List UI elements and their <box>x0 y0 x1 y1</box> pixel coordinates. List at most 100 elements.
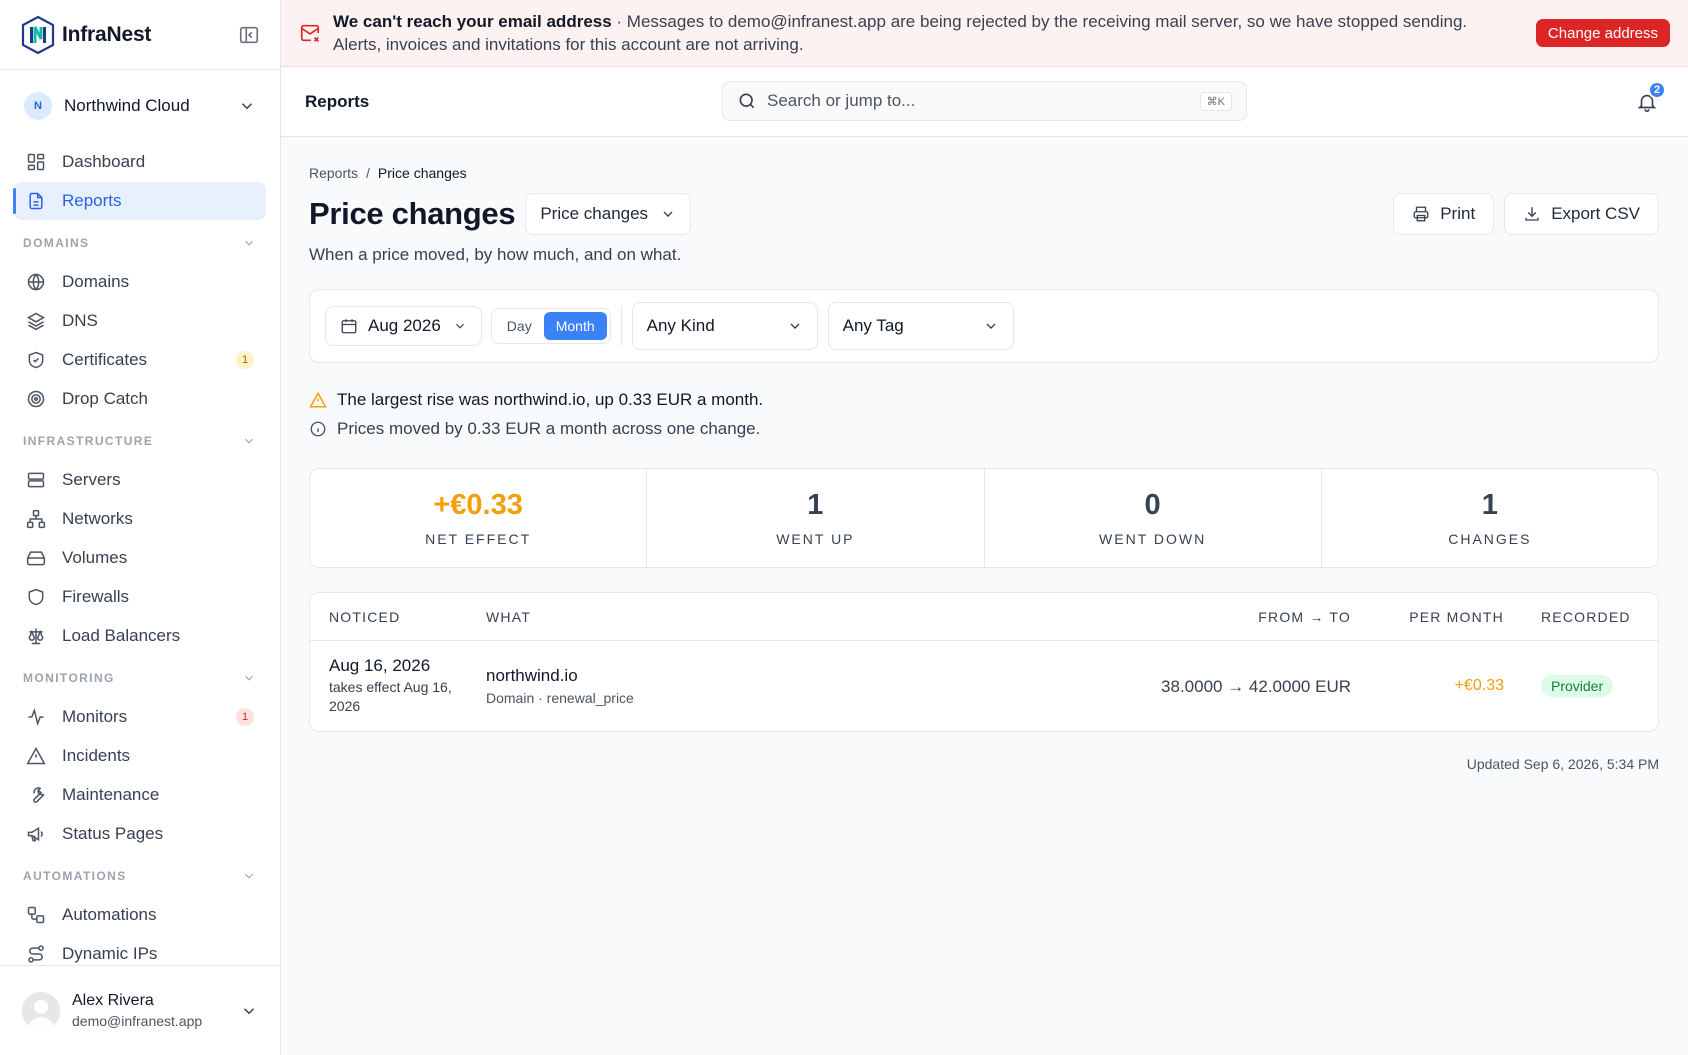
sidebar-item-reports[interactable]: Reports <box>13 182 266 220</box>
sidebar-item-label: Dynamic IPs <box>62 944 158 963</box>
column-header-what[interactable]: WHAT <box>486 609 1006 625</box>
tag-value: Any Tag <box>842 316 904 335</box>
section-title: DOMAINS <box>23 236 90 250</box>
email-alert-banner: We can't reach your email address · Mess… <box>281 0 1688 67</box>
sidebar-item-dashboard[interactable]: Dashboard <box>14 143 266 181</box>
period-value: Aug 2026 <box>368 316 441 335</box>
tag-select[interactable]: Any Tag <box>827 302 1014 350</box>
user-menu[interactable]: Alex Rivera demo@infranest.app <box>0 965 280 1055</box>
stat-label: WENT UP <box>776 531 855 547</box>
stat-label: CHANGES <box>1448 531 1532 547</box>
report-type-select[interactable]: Price changes <box>525 193 692 235</box>
wrench-icon <box>33 787 45 803</box>
export-csv-button[interactable]: Export CSV <box>1504 193 1659 235</box>
insights: The largest rise was northwind.io, up 0.… <box>309 389 1659 440</box>
chevron-down-icon <box>245 438 253 444</box>
network-icon <box>26 509 46 529</box>
sidebar-item-networks[interactable]: Networks <box>14 500 266 538</box>
sidebar-item-domains[interactable]: Domains <box>14 263 266 301</box>
column-header-recorded[interactable]: RECORDED <box>1504 609 1658 625</box>
status-badge: Provider <box>1541 675 1614 697</box>
title-row: Price changes Price changes Print Export… <box>309 193 1659 235</box>
stat-changes: 1 CHANGES <box>1322 469 1658 567</box>
sidebar-item-status-pages[interactable]: Status Pages <box>14 815 266 853</box>
sidebar-section-automations[interactable]: AUTOMATIONS <box>0 857 280 895</box>
summary-text: Prices moved by 0.33 EUR a month across … <box>337 419 761 438</box>
search-box[interactable]: ⌘K <box>722 81 1247 121</box>
org-switcher[interactable]: N Northwind Cloud <box>0 70 280 142</box>
sidebar: InfraNest N Northwind Cloud Dashboard Re… <box>0 0 281 1055</box>
brand-name: InfraNest <box>62 22 152 46</box>
column-header-from-to[interactable]: FROM → TO <box>1006 609 1351 625</box>
kind-select[interactable]: Any Kind <box>631 302 818 350</box>
page-actions: Print Export CSV <box>1393 193 1659 235</box>
section-title: AUTOMATIONS <box>23 869 127 883</box>
sidebar-item-label: Servers <box>62 470 121 489</box>
chevron-down-icon <box>455 323 464 329</box>
granularity-toggle: Day Month <box>490 308 611 344</box>
user-name: Alex Rivera <box>72 992 154 1009</box>
sidebar-item-label: DNS <box>62 311 98 330</box>
item-type: Domain · renewal_price <box>486 690 634 706</box>
sidebar-item-label: Volumes <box>62 548 128 567</box>
column-header-noticed[interactable]: NOTICED <box>310 609 486 625</box>
cell-from-to: 38.0000 → 42.0000 EUR <box>1006 675 1351 698</box>
sidebar-item-drop-catch[interactable]: Drop Catch <box>14 380 266 418</box>
print-button[interactable]: Print <box>1393 193 1495 235</box>
breadcrumb-reports-link[interactable]: Reports <box>309 165 358 181</box>
sidebar-item-incidents[interactable]: Incidents <box>14 737 266 775</box>
page-subtitle: When a price moved, by how much, and on … <box>309 245 682 264</box>
granularity-day[interactable]: Day <box>495 312 544 340</box>
stat-went-down: 0 WENT DOWN <box>985 469 1322 567</box>
banner-title: We can't reach your email address <box>333 12 612 31</box>
sidebar-item-dns[interactable]: DNS <box>14 302 266 340</box>
avatar <box>22 991 60 1030</box>
sidebar-section-domains[interactable]: DOMAINS <box>0 224 280 262</box>
server-icon <box>27 472 45 488</box>
chevron-down-icon <box>245 873 253 879</box>
granularity-month[interactable]: Month <box>543 312 607 340</box>
chevron-down-icon <box>241 103 253 110</box>
sidebar-item-label: Dashboard <box>62 152 146 171</box>
alert-triangle-icon <box>26 746 46 765</box>
topbar: Reports ⌘K 2 <box>281 67 1688 137</box>
main-content: Reports / Price changes Price changes Pr… <box>309 137 1659 772</box>
divider <box>620 306 622 346</box>
sidebar-item-label: Incidents <box>62 746 131 765</box>
sidebar-item-automations[interactable]: Automations <box>14 896 266 934</box>
change-address-button[interactable]: Change address <box>1535 19 1670 47</box>
document-icon <box>29 192 43 210</box>
sidebar-item-maintenance[interactable]: Maintenance <box>14 776 266 814</box>
per-month-value: +€0.33 <box>1454 677 1504 694</box>
page-title: Price changes <box>309 196 516 231</box>
search-input[interactable] <box>767 91 1187 111</box>
mail-x-icon <box>300 24 320 42</box>
user-email: demo@infranest.app <box>72 1013 203 1029</box>
collapse-sidebar-icon[interactable] <box>238 24 260 46</box>
sidebar-item-label: Monitors <box>62 707 128 726</box>
sidebar-section-infrastructure[interactable]: INFRASTRUCTURE <box>0 422 280 460</box>
section-title: INFRASTRUCTURE <box>23 434 154 448</box>
calendar-icon <box>341 319 357 334</box>
count-badge: 1 <box>236 708 254 726</box>
print-label: Print <box>1440 204 1476 223</box>
price-from-to: 38.0000 → 42.0000 EUR <box>1161 676 1351 696</box>
price-changes-table: NOTICED WHAT FROM → TO PER MONTH RECORDE… <box>309 592 1659 732</box>
sidebar-item-load-balancers[interactable]: Load Balancers <box>14 617 266 655</box>
sidebar-section-monitoring[interactable]: MONITORING <box>0 659 280 697</box>
sidebar-item-label: Networks <box>62 509 133 528</box>
noticed-date: Aug 16, 2026 <box>329 656 431 675</box>
sidebar-item-certificates[interactable]: Certificates 1 <box>14 341 266 379</box>
shield-icon <box>28 588 44 606</box>
table-row[interactable]: Aug 16, 2026 takes effect Aug 16, 2026 n… <box>310 641 1658 731</box>
period-picker[interactable]: Aug 2026 <box>325 306 482 346</box>
sidebar-item-firewalls[interactable]: Firewalls <box>14 578 266 616</box>
globe-icon <box>27 273 45 291</box>
item-name[interactable]: northwind.io <box>486 666 1006 686</box>
column-header-per-month[interactable]: PER MONTH <box>1351 609 1504 625</box>
sidebar-item-label: Maintenance <box>62 785 160 804</box>
sidebar-item-label: Automations <box>62 905 157 924</box>
sidebar-item-servers[interactable]: Servers <box>14 461 266 499</box>
sidebar-item-monitors[interactable]: Monitors 1 <box>14 698 266 736</box>
sidebar-item-volumes[interactable]: Volumes <box>14 539 266 577</box>
